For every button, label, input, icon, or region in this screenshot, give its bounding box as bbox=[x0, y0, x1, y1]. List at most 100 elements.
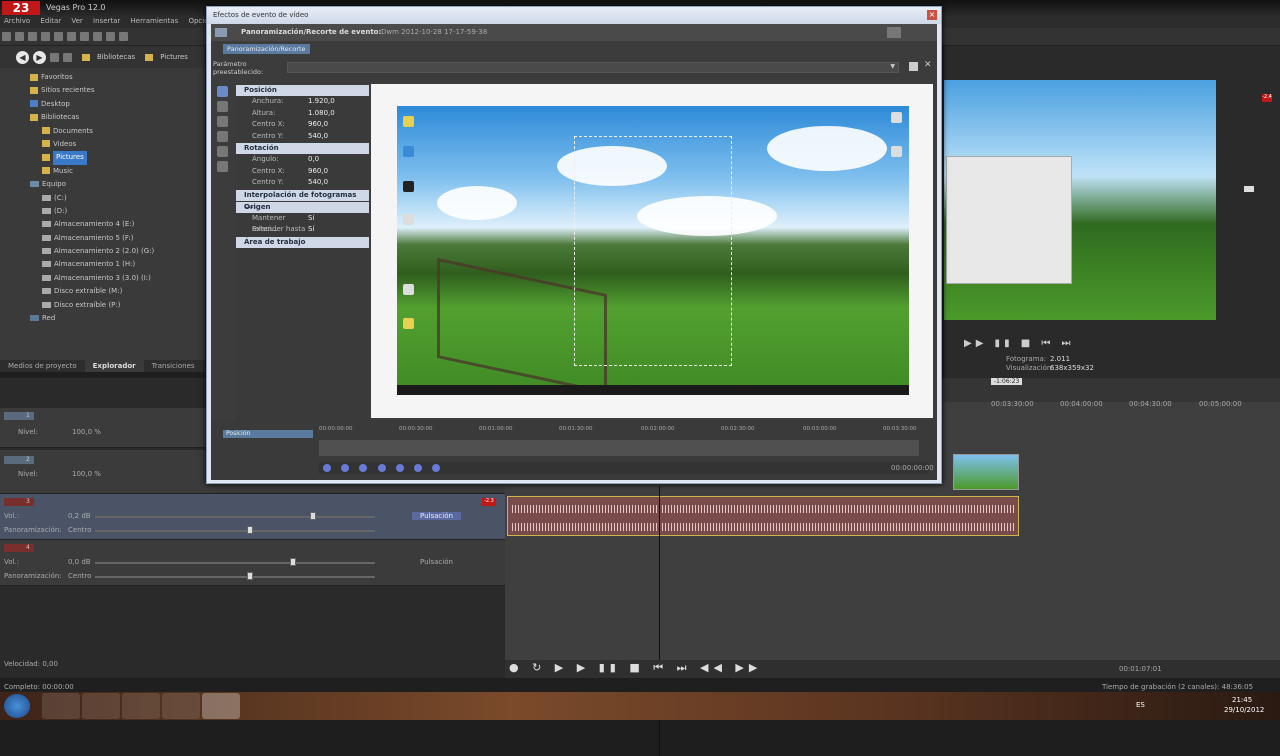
automation-mode-select[interactable]: Pulsación bbox=[412, 558, 461, 566]
prop-row[interactable]: Centro X: 960,0 bbox=[236, 119, 369, 131]
tree-item-selected[interactable]: Pictures bbox=[0, 151, 205, 165]
close-button[interactable]: × bbox=[927, 10, 937, 20]
video-clip-thumbnail[interactable] bbox=[953, 454, 1019, 490]
prop-value[interactable]: 960,0 bbox=[308, 119, 328, 131]
normal-edit-tool-icon[interactable] bbox=[217, 86, 228, 97]
tab-explorador[interactable]: Explorador bbox=[84, 360, 144, 372]
tree-item[interactable]: Sitios recientes bbox=[0, 84, 205, 97]
breadcrumb-pictures[interactable]: Pictures bbox=[160, 53, 188, 61]
preview-transport-icons[interactable]: ▶▶ ▮▮ ■ ⏮ ⏭ bbox=[964, 338, 1075, 349]
paste-icon[interactable] bbox=[93, 32, 102, 41]
group-interpolacion[interactable]: Interpolación de fotogramas c... bbox=[236, 189, 369, 210]
volume-slider[interactable] bbox=[95, 516, 375, 518]
next-keyframe-icon[interactable] bbox=[377, 464, 386, 472]
pan-slider-knob[interactable] bbox=[247, 572, 253, 580]
language-indicator[interactable]: ES bbox=[1136, 701, 1145, 709]
tab-pan-crop[interactable]: Panoramización/Recorte bbox=[223, 44, 310, 54]
up-icon[interactable] bbox=[50, 52, 59, 62]
tree-item[interactable]: Disco extraíble (P:) bbox=[0, 299, 205, 312]
volume-slider-knob[interactable] bbox=[290, 558, 296, 566]
pan-crop-canvas[interactable] bbox=[371, 84, 933, 418]
prop-row[interactable]: Mantener relaci... Sí bbox=[236, 213, 369, 234]
clock-date[interactable]: 29/10/2012 bbox=[1224, 706, 1264, 714]
automation-mode-select[interactable]: Pulsación bbox=[412, 512, 461, 520]
prev-keyframe-icon[interactable] bbox=[359, 464, 368, 472]
prop-value[interactable]: Sí bbox=[308, 213, 314, 225]
zoom-tool-icon[interactable] bbox=[217, 101, 228, 112]
firefox-taskbar-icon[interactable] bbox=[82, 693, 120, 719]
undo-icon[interactable] bbox=[106, 32, 115, 41]
chrome-taskbar-icon[interactable] bbox=[122, 693, 160, 719]
tree-item[interactable]: Videos bbox=[0, 138, 205, 151]
tree-item[interactable]: Equipo bbox=[0, 178, 205, 191]
group-posicion[interactable]: Posición bbox=[236, 85, 369, 96]
prop-row[interactable]: Centro X: 960,0 bbox=[236, 166, 369, 178]
tree-item[interactable]: (D:) bbox=[0, 205, 205, 218]
explorer-taskbar-icon[interactable] bbox=[42, 693, 80, 719]
move-tool-icon[interactable] bbox=[217, 116, 228, 127]
tree-item[interactable]: Almacenamiento 1 (H:) bbox=[0, 258, 205, 271]
tree-item[interactable]: Documents bbox=[0, 125, 205, 138]
prop-value[interactable]: 960,0 bbox=[308, 166, 328, 178]
preset-select[interactable]: ▼ bbox=[287, 62, 899, 73]
menu-archivo[interactable]: Archivo bbox=[0, 16, 34, 26]
app-taskbar-icon[interactable] bbox=[162, 693, 200, 719]
group-area-de-trabajo[interactable]: Área de trabajo bbox=[236, 236, 369, 248]
delete-keyframe-icon[interactable] bbox=[432, 464, 441, 472]
menu-insertar[interactable]: Insertar bbox=[89, 16, 124, 26]
vegas-taskbar-icon[interactable] bbox=[202, 693, 240, 719]
tree-item[interactable]: Almacenamiento 3 (3.0) (I:) bbox=[0, 272, 205, 285]
save-icon[interactable] bbox=[28, 32, 37, 41]
prop-row[interactable]: Anchura: 1.920,0 bbox=[236, 96, 369, 108]
audio-clip[interactable] bbox=[507, 496, 1019, 536]
last-keyframe-icon[interactable] bbox=[395, 464, 404, 472]
back-icon[interactable]: ◀ bbox=[16, 50, 29, 64]
transport-controls-icons[interactable]: ● ↻ ▶ ▶ ▮▮ ■ ⏮ ⏭ ◀◀ ▶▶ bbox=[509, 661, 762, 675]
delete-preset-icon[interactable]: ✕ bbox=[924, 60, 932, 70]
prop-value[interactable]: 540,0 bbox=[308, 131, 328, 143]
tab-transiciones[interactable]: Transiciones bbox=[144, 360, 203, 372]
view-icon[interactable] bbox=[63, 52, 72, 62]
menu-herramientas[interactable]: Herramientas bbox=[127, 16, 183, 26]
keyframe-track-label[interactable]: Posición bbox=[223, 430, 313, 438]
breadcrumb-bibliotecas[interactable]: Bibliotecas bbox=[97, 53, 135, 61]
menu-editar[interactable]: Editar bbox=[36, 16, 65, 26]
fx-chain-icon[interactable] bbox=[887, 27, 901, 38]
tree-item[interactable]: Music bbox=[0, 165, 205, 178]
prop-row[interactable]: Centro Y: 540,0 bbox=[236, 131, 369, 143]
prop-value[interactable]: 0,0 bbox=[308, 154, 319, 166]
clock-time[interactable]: 21:45 bbox=[1232, 696, 1252, 704]
lock-aspect-icon[interactable] bbox=[217, 146, 228, 157]
open-icon[interactable] bbox=[15, 32, 24, 41]
tree-item[interactable]: Desktop bbox=[0, 98, 205, 111]
tree-item[interactable]: Almacenamiento 5 (F:) bbox=[0, 232, 205, 245]
first-keyframe-icon[interactable] bbox=[341, 464, 350, 472]
master-fader-knob[interactable] bbox=[1244, 186, 1254, 192]
audio-track-4[interactable]: 4 Vol.: 0,0 dB Panoramización: Centro Pu… bbox=[0, 540, 505, 586]
tree-item[interactable]: Disco extraíble (M:) bbox=[0, 285, 205, 298]
pan-slider[interactable] bbox=[95, 576, 375, 578]
redo-icon[interactable] bbox=[119, 32, 128, 41]
prop-row[interactable]: Ángulo: 0,0 bbox=[236, 154, 369, 166]
render-icon[interactable] bbox=[41, 32, 50, 41]
volume-slider[interactable] bbox=[95, 562, 375, 564]
prop-value[interactable]: 1.080,0 bbox=[308, 108, 335, 120]
pan-slider[interactable] bbox=[95, 530, 375, 532]
tree-item[interactable]: Red bbox=[0, 312, 205, 325]
group-rotacion[interactable]: Rotación bbox=[236, 143, 369, 154]
prop-row[interactable]: Extender hasta ...Sí bbox=[236, 224, 369, 245]
crop-frame-outline[interactable] bbox=[574, 136, 732, 366]
prop-row[interactable]: Centro Y: 540,0 bbox=[236, 177, 369, 189]
keyframe-ruler[interactable]: 00:00:00:00 00:00:30:00 00:01:00:00 00:0… bbox=[319, 426, 919, 438]
tree-item[interactable]: Bibliotecas bbox=[0, 111, 205, 124]
marker-flag[interactable]: -1:06:23 bbox=[991, 378, 1023, 385]
forward-icon[interactable]: ▶ bbox=[33, 50, 46, 64]
tree-item[interactable]: Almacenamiento 2 (2.0) (G:) bbox=[0, 245, 205, 258]
tree-item[interactable]: Favoritos bbox=[0, 71, 205, 84]
sync-cursor-icon[interactable] bbox=[323, 464, 331, 472]
cut-icon[interactable] bbox=[67, 32, 76, 41]
prop-value[interactable]: 540,0 bbox=[308, 177, 328, 189]
add-keyframe-icon[interactable] bbox=[414, 464, 423, 472]
pan-slider-knob[interactable] bbox=[247, 526, 253, 534]
tab-medios-de-proyecto[interactable]: Medios de proyecto bbox=[0, 360, 85, 372]
